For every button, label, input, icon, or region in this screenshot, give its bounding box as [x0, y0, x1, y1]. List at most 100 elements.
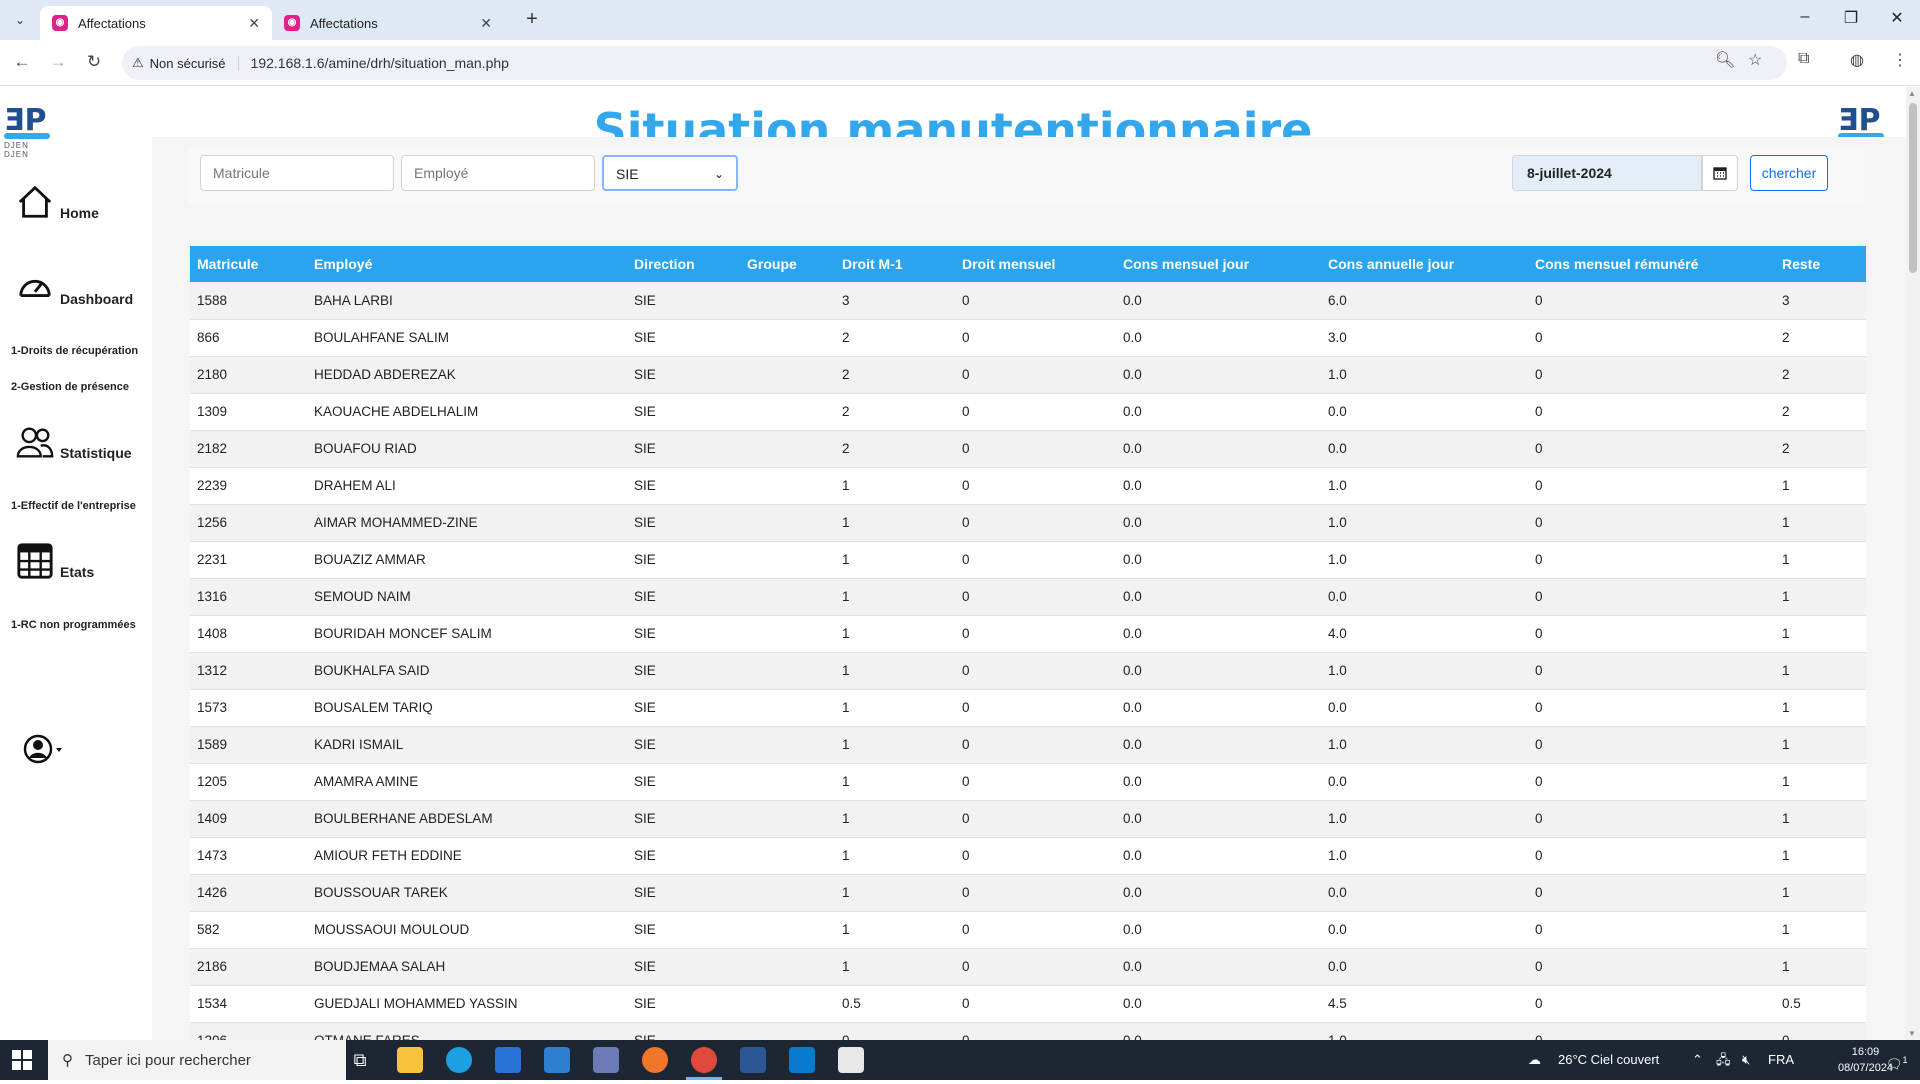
sidebar-link-droits-recuperation[interactable]: 1-Droits de récupération: [11, 345, 138, 357]
table-cell: BOULAHFANE SALIM: [307, 319, 627, 357]
sidebar-link-rc-non-programmees[interactable]: 1-RC non programmées: [11, 619, 136, 631]
column-header[interactable]: Matricule: [190, 246, 307, 282]
new-tab-plus-icon[interactable]: +: [520, 8, 544, 31]
sidebar-item-statistique[interactable]: Statistique: [16, 423, 132, 461]
taskbar-search-box[interactable]: ⚲ Taper ici pour rechercher: [48, 1040, 346, 1080]
browser-tab-1[interactable]: ◉ Affectations ✕: [40, 6, 272, 40]
column-header[interactable]: Employé: [307, 246, 627, 282]
url-text[interactable]: 192.168.1.6/amine/drh/situation_man.php: [251, 55, 509, 71]
scrollbar-thumb[interactable]: [1909, 103, 1917, 273]
weather-text[interactable]: 26°C Ciel couvert: [1558, 1040, 1659, 1080]
page-scrollbar[interactable]: ▲ ▼: [1906, 87, 1920, 1040]
date-field[interactable]: 8-juillet-2024: [1512, 155, 1702, 191]
extensions-puzzle-icon[interactable]: ⧉: [1798, 50, 1809, 68]
column-header[interactable]: Cons annuelle jour: [1321, 246, 1528, 282]
sidebar-link-effectif-entreprise[interactable]: 1-Effectif de l'entreprise: [11, 500, 136, 512]
table-cell: [740, 985, 835, 1023]
forward-arrow-icon[interactable]: →: [46, 52, 70, 72]
table-cell: 582: [190, 911, 307, 949]
column-header[interactable]: Direction: [627, 246, 740, 282]
table-cell: 3.0: [1321, 319, 1528, 357]
table-cell: [740, 726, 835, 764]
column-header[interactable]: Reste: [1775, 246, 1866, 282]
tab-close-icon[interactable]: ✕: [248, 15, 260, 32]
table-cell: 1588: [190, 282, 307, 320]
table-cell: 0: [1528, 837, 1775, 875]
weather-cloud-icon[interactable]: ☁: [1528, 1040, 1541, 1080]
firefox-icon[interactable]: [642, 1047, 668, 1073]
network-app-icon[interactable]: [593, 1047, 619, 1073]
table-cell: 0.0: [1116, 504, 1321, 542]
taskbar-search-placeholder: Taper ici pour rechercher: [85, 1051, 251, 1069]
chercher-button[interactable]: chercher: [1750, 155, 1828, 191]
site-favicon-icon: ◉: [284, 15, 300, 31]
windows-start-icon[interactable]: [12, 1050, 32, 1070]
file-explorer-icon[interactable]: [397, 1047, 423, 1073]
direction-select[interactable]: SIE ⌄: [602, 155, 738, 191]
close-window-icon[interactable]: ✕: [1882, 8, 1912, 28]
table-cell: 0.0: [1321, 763, 1528, 801]
table-row: 2186 BOUDJEMAA SALAH SIE 1 0 0.0 0.0 0 1: [190, 948, 1866, 986]
matricule-input[interactable]: [200, 155, 394, 191]
not-secure-label[interactable]: Non sécurisé: [150, 55, 239, 71]
table-cell: 0: [955, 541, 1116, 579]
column-header[interactable]: Cons mensuel jour: [1116, 246, 1321, 282]
table-cell: 1534: [190, 985, 307, 1023]
calendar-button[interactable]: [1702, 155, 1738, 191]
address-bar[interactable]: ⚠ Non sécurisé 192.168.1.6/amine/drh/sit…: [122, 46, 1787, 80]
restore-window-icon[interactable]: ❐: [1836, 8, 1866, 28]
employe-input[interactable]: [401, 155, 595, 191]
table-cell: SIE: [627, 837, 740, 875]
scroll-down-arrow-icon[interactable]: ▼: [1908, 1029, 1916, 1038]
table-cell: 0.0: [1116, 763, 1321, 801]
sidebar-item-dashboard[interactable]: Dashboard: [16, 269, 133, 307]
browser-menu-icon[interactable]: ⋮: [1892, 50, 1908, 70]
chrome-icon[interactable]: [691, 1047, 717, 1073]
table-cell: 1.0: [1321, 1022, 1528, 1040]
table-cell: 1: [835, 726, 955, 764]
column-header[interactable]: Cons mensuel rémunéré: [1528, 246, 1775, 282]
column-header[interactable]: Droit M-1: [835, 246, 955, 282]
java-app-icon[interactable]: [838, 1047, 864, 1073]
sidebar-item-etats[interactable]: Etats: [16, 542, 94, 580]
column-header[interactable]: Droit mensuel: [955, 246, 1116, 282]
browser-tab-2[interactable]: ◉ Affectations ✕: [272, 6, 504, 40]
edge-browser-icon[interactable]: [446, 1047, 472, 1073]
language-indicator[interactable]: FRA: [1768, 1040, 1794, 1080]
scroll-up-arrow-icon[interactable]: ▲: [1908, 89, 1916, 98]
chevron-down-icon: ⌄: [713, 167, 724, 181]
table-cell: 2: [835, 356, 955, 394]
table-cell: 0: [955, 763, 1116, 801]
table-cell: 1: [835, 874, 955, 912]
vscode-icon[interactable]: [789, 1047, 815, 1073]
word-icon[interactable]: [740, 1047, 766, 1073]
reload-icon[interactable]: ↻: [82, 52, 106, 72]
zoom-magnifier-icon[interactable]: 🔍︎: [1715, 50, 1735, 70]
table-row: 1588 BAHA LARBI SIE 3 0 0.0 6.0 0 3: [190, 282, 1866, 320]
bookmark-star-icon[interactable]: ☆: [1748, 50, 1762, 70]
tab-search-chevron-icon[interactable]: ⌄: [8, 8, 32, 32]
table-cell: 0: [955, 689, 1116, 727]
store-icon[interactable]: [495, 1047, 521, 1073]
sidebar-item-home[interactable]: Home: [16, 183, 99, 221]
notification-center-icon[interactable]: 🗨︎1: [1886, 1040, 1908, 1084]
tray-chevron-up-icon[interactable]: ⌃: [1692, 1040, 1703, 1080]
table-cell: 0.0: [1116, 541, 1321, 579]
taskbar-clock[interactable]: 16:09 08/07/2024: [1838, 1044, 1893, 1076]
table-cell: 1573: [190, 689, 307, 727]
table-cell: 2182: [190, 430, 307, 468]
task-view-icon[interactable]: ⧉: [347, 1047, 373, 1073]
profile-avatar-icon[interactable]: ◍: [1850, 50, 1864, 70]
tab-close-icon[interactable]: ✕: [480, 15, 492, 32]
column-header[interactable]: Groupe: [740, 246, 835, 282]
back-arrow-icon[interactable]: ←: [10, 52, 34, 72]
mail-icon[interactable]: [544, 1047, 570, 1073]
table-row: 1589 KADRI ISMAIL SIE 1 0 0.0 1.0 0 1: [190, 726, 1866, 764]
user-account-dropdown[interactable]: [22, 733, 66, 770]
sidebar-link-gestion-presence[interactable]: 2-Gestion de présence: [11, 381, 129, 393]
volume-icon[interactable]: 🔇︎: [1742, 1040, 1750, 1080]
minimize-window-icon[interactable]: –: [1790, 8, 1820, 26]
network-icon[interactable]: 🖧︎: [1716, 1040, 1731, 1080]
table-cell: 0: [955, 467, 1116, 505]
table-cell: 1473: [190, 837, 307, 875]
